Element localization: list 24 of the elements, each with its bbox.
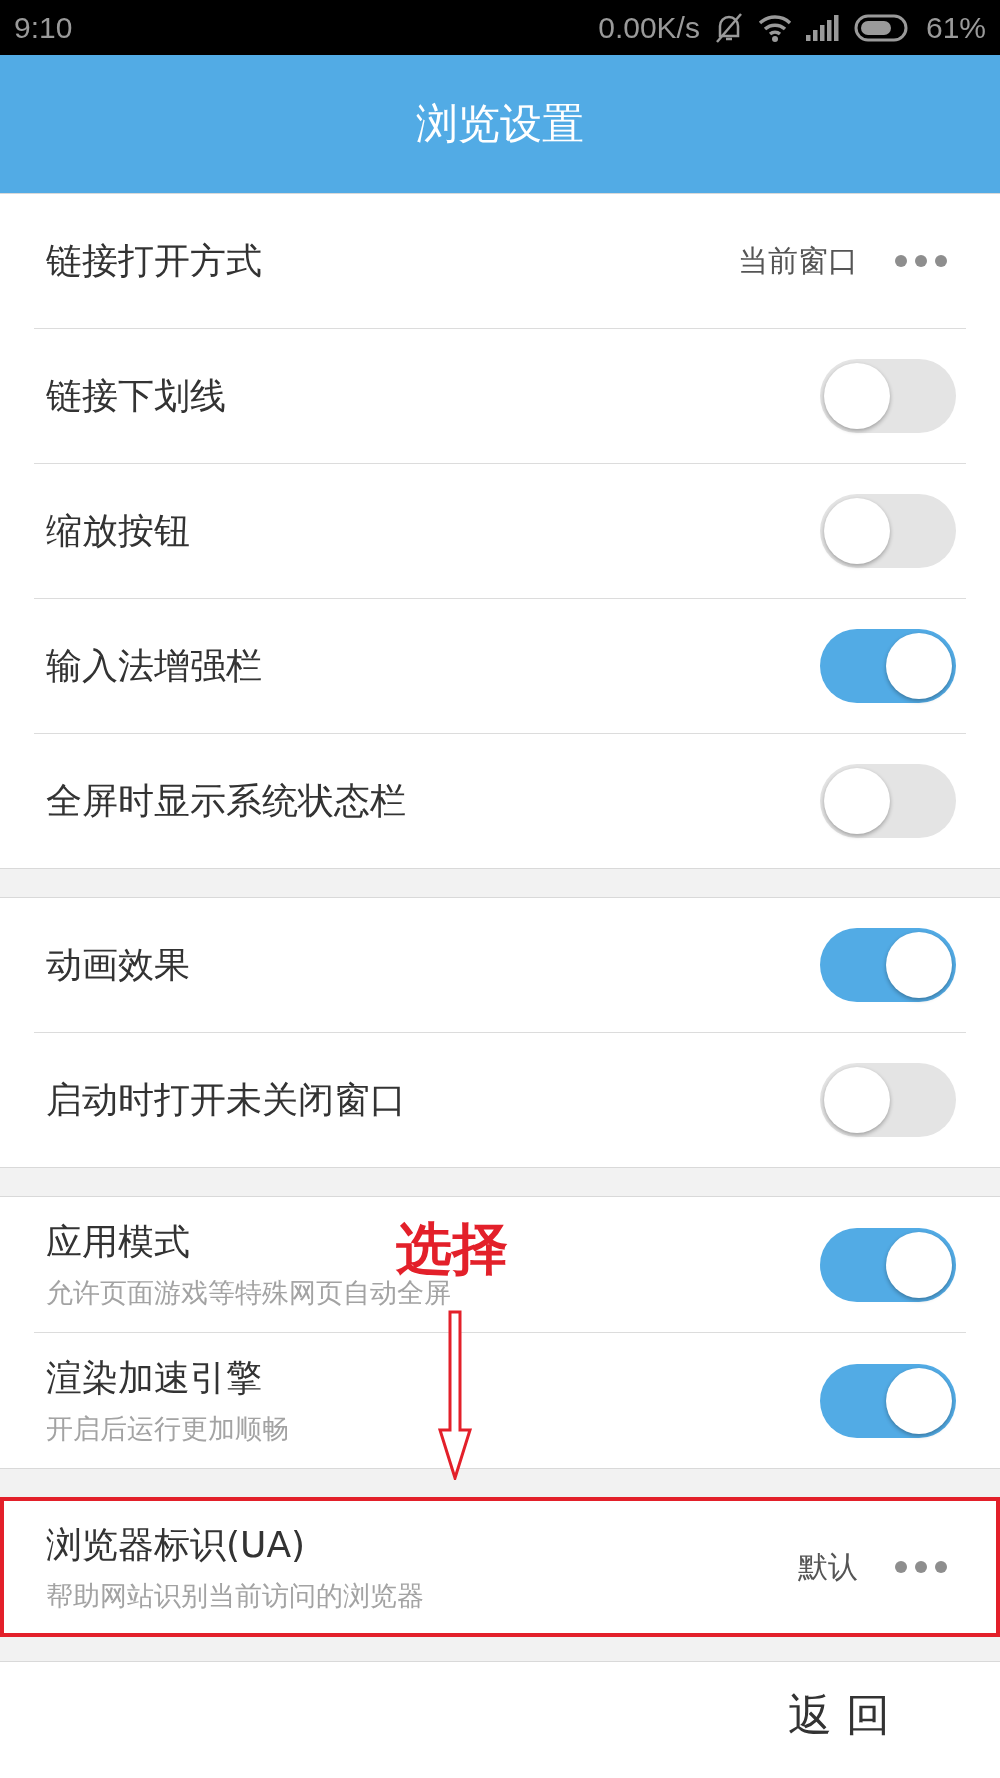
wifi-icon xyxy=(757,13,792,42)
setting-description: 开启后运行更加顺畅 xyxy=(46,1412,289,1446)
setting-value[interactable]: 默认 xyxy=(798,1546,858,1588)
setting-label: 浏览器标识(UA) xyxy=(46,1522,306,1567)
more-icon[interactable] xyxy=(894,254,948,268)
setting-label: 动画效果 xyxy=(46,942,190,987)
back-button[interactable]: 返回 xyxy=(782,1684,910,1746)
setting-description: 帮助网站识别当前访问的浏览器 xyxy=(46,1578,424,1613)
battery-level: 61% xyxy=(925,10,986,45)
time: 9:10 xyxy=(14,10,73,45)
setting-label: 缩放按钮 xyxy=(46,508,190,553)
muted-bell-icon xyxy=(713,11,744,44)
setting-label: 应用模式 xyxy=(46,1220,190,1264)
setting-label: 链接打开方式 xyxy=(46,238,262,283)
network-speed: 0.00K/s xyxy=(598,10,700,45)
setting-label: 链接下划线 xyxy=(46,373,226,418)
setting-label: 输入法增强栏 xyxy=(46,643,262,688)
setting-label: 渲染加速引擎 xyxy=(46,1356,262,1400)
setting-label: 启动时打开未关闭窗口 xyxy=(46,1077,406,1122)
setting-value[interactable]: 当前窗口 xyxy=(738,240,858,282)
setting-label: 全屏时显示系统状态栏 xyxy=(46,778,406,823)
more-icon[interactable] xyxy=(894,1560,948,1574)
signal-icon xyxy=(805,14,840,41)
page-title: 浏览设置 xyxy=(416,98,584,150)
